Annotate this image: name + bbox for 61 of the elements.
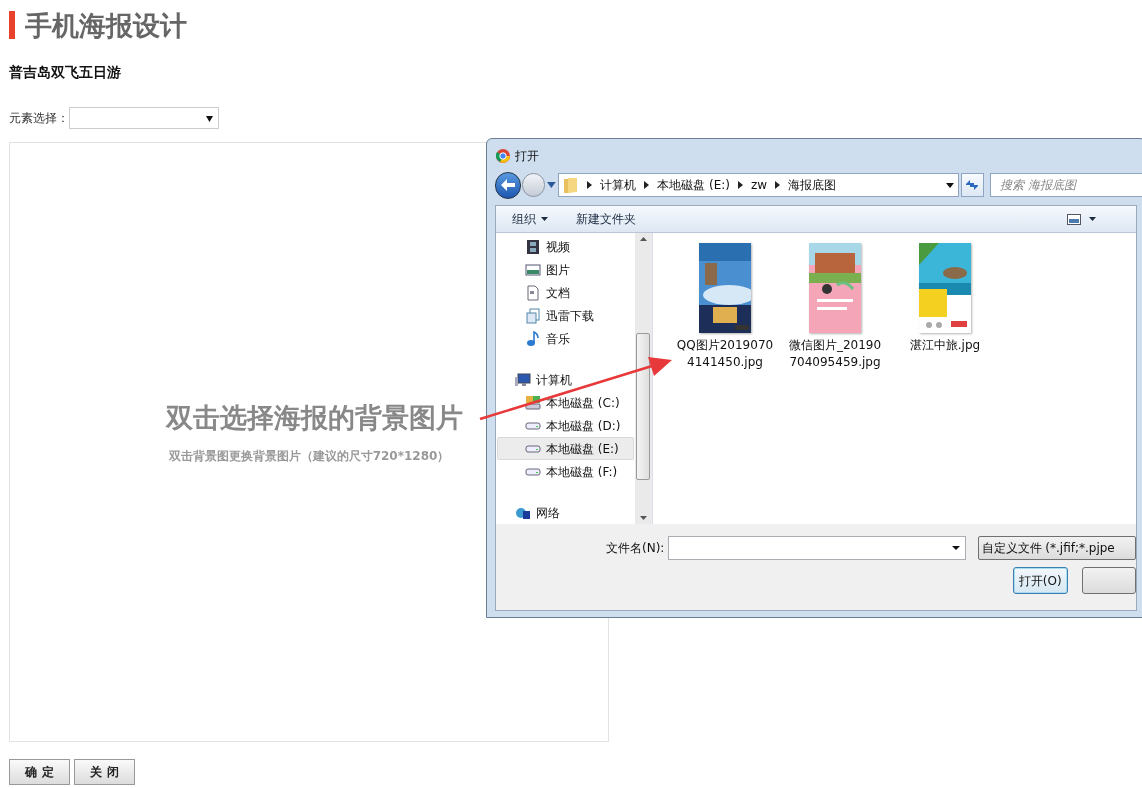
file-item[interactable]: 微信图片_20190704095459.jpg [785, 243, 885, 371]
open-button[interactable]: 打开(O) [1013, 567, 1068, 594]
dropdown-caret-icon [951, 546, 960, 550]
refresh-button[interactable] [960, 173, 984, 197]
folder-icon [563, 176, 580, 194]
file-item[interactable]: QQ图片20190704141450.jpg [675, 243, 775, 371]
image-icon [525, 261, 541, 278]
library-icon [525, 307, 541, 324]
drive-icon [525, 421, 541, 430]
file-name: QQ图片20190704141450.jpg [676, 337, 774, 371]
sidebar-item[interactable]: 本地磁盘 (E:) [497, 437, 634, 460]
toolbar-button[interactable]: 组织 [512, 210, 548, 228]
file-type-select[interactable]: 自定义文件 (*.jfif;*.pjpe [977, 536, 1136, 560]
page-title: 手机海报设计 [25, 11, 187, 39]
back-button[interactable] [495, 171, 522, 199]
breadcrumb-item[interactable]: zw [750, 176, 768, 194]
drive-icon [525, 394, 541, 411]
search-field[interactable]: 搜索 海报底图 [989, 173, 1142, 197]
dialog-action-button[interactable]: 确 定 [9, 759, 70, 785]
element-select[interactable] [69, 107, 219, 129]
canvas-heading: 双击选择海报的背景图片 [164, 401, 463, 435]
element-select-label: 元素选择： [9, 110, 69, 127]
chevron-icon [644, 181, 650, 189]
music-note-icon [525, 330, 541, 347]
chevron-icon [587, 181, 593, 189]
file-name: 微信图片_20190704095459.jpg [787, 337, 883, 371]
film-icon [525, 238, 541, 255]
breadcrumb-item[interactable]: 海报底图 [788, 176, 837, 194]
chevron-icon [775, 181, 781, 189]
history-caret-icon [547, 182, 557, 188]
document-icon [525, 284, 541, 301]
drive-icon [525, 444, 541, 453]
search-placeholder: 搜索 海报底图 [999, 177, 1076, 194]
filename-label: 文件名(N): [606, 540, 665, 557]
canvas-hint: 双击背景图更换背景图片（建议的尺寸720*1280） [168, 447, 450, 465]
browser-logo-icon [496, 148, 510, 163]
dialog-title: 打开 [515, 147, 539, 165]
scroll-thumb[interactable] [636, 333, 650, 480]
address-bar[interactable]: 计算机 本地磁盘 (E:) zw 海报底图 [558, 173, 959, 197]
scroll-down-icon [640, 516, 647, 520]
filename-field[interactable] [668, 536, 966, 560]
file-item[interactable]: 湛江中旅.jpg [895, 243, 995, 354]
accent-bar [9, 11, 15, 39]
dropdown-caret-icon [206, 114, 213, 122]
scroll-up-icon [640, 237, 647, 241]
view-options-button[interactable] [1067, 213, 1096, 225]
scrollbar[interactable] [635, 233, 652, 524]
view-icon [1067, 213, 1081, 225]
dialog-action-button[interactable]: 关 闭 [74, 759, 135, 785]
poster-name: 普吉岛双飞五日游 [9, 63, 122, 82]
chevron-icon [737, 181, 743, 189]
refresh-arrows-icon [965, 179, 980, 191]
cancel-button[interactable] [1081, 567, 1136, 594]
dropdown-caret-icon [1089, 217, 1096, 221]
computer-icon [515, 371, 531, 388]
back-arrow-icon [501, 179, 516, 191]
breadcrumb-item[interactable]: 本地磁盘 (E:) [657, 176, 730, 194]
drive-icon [525, 467, 541, 476]
file-name: 湛江中旅.jpg [908, 337, 982, 354]
file-type-text: 自定义文件 (*.jfif;*.pjpe [981, 540, 1115, 557]
dropdown-caret-icon [945, 182, 954, 188]
